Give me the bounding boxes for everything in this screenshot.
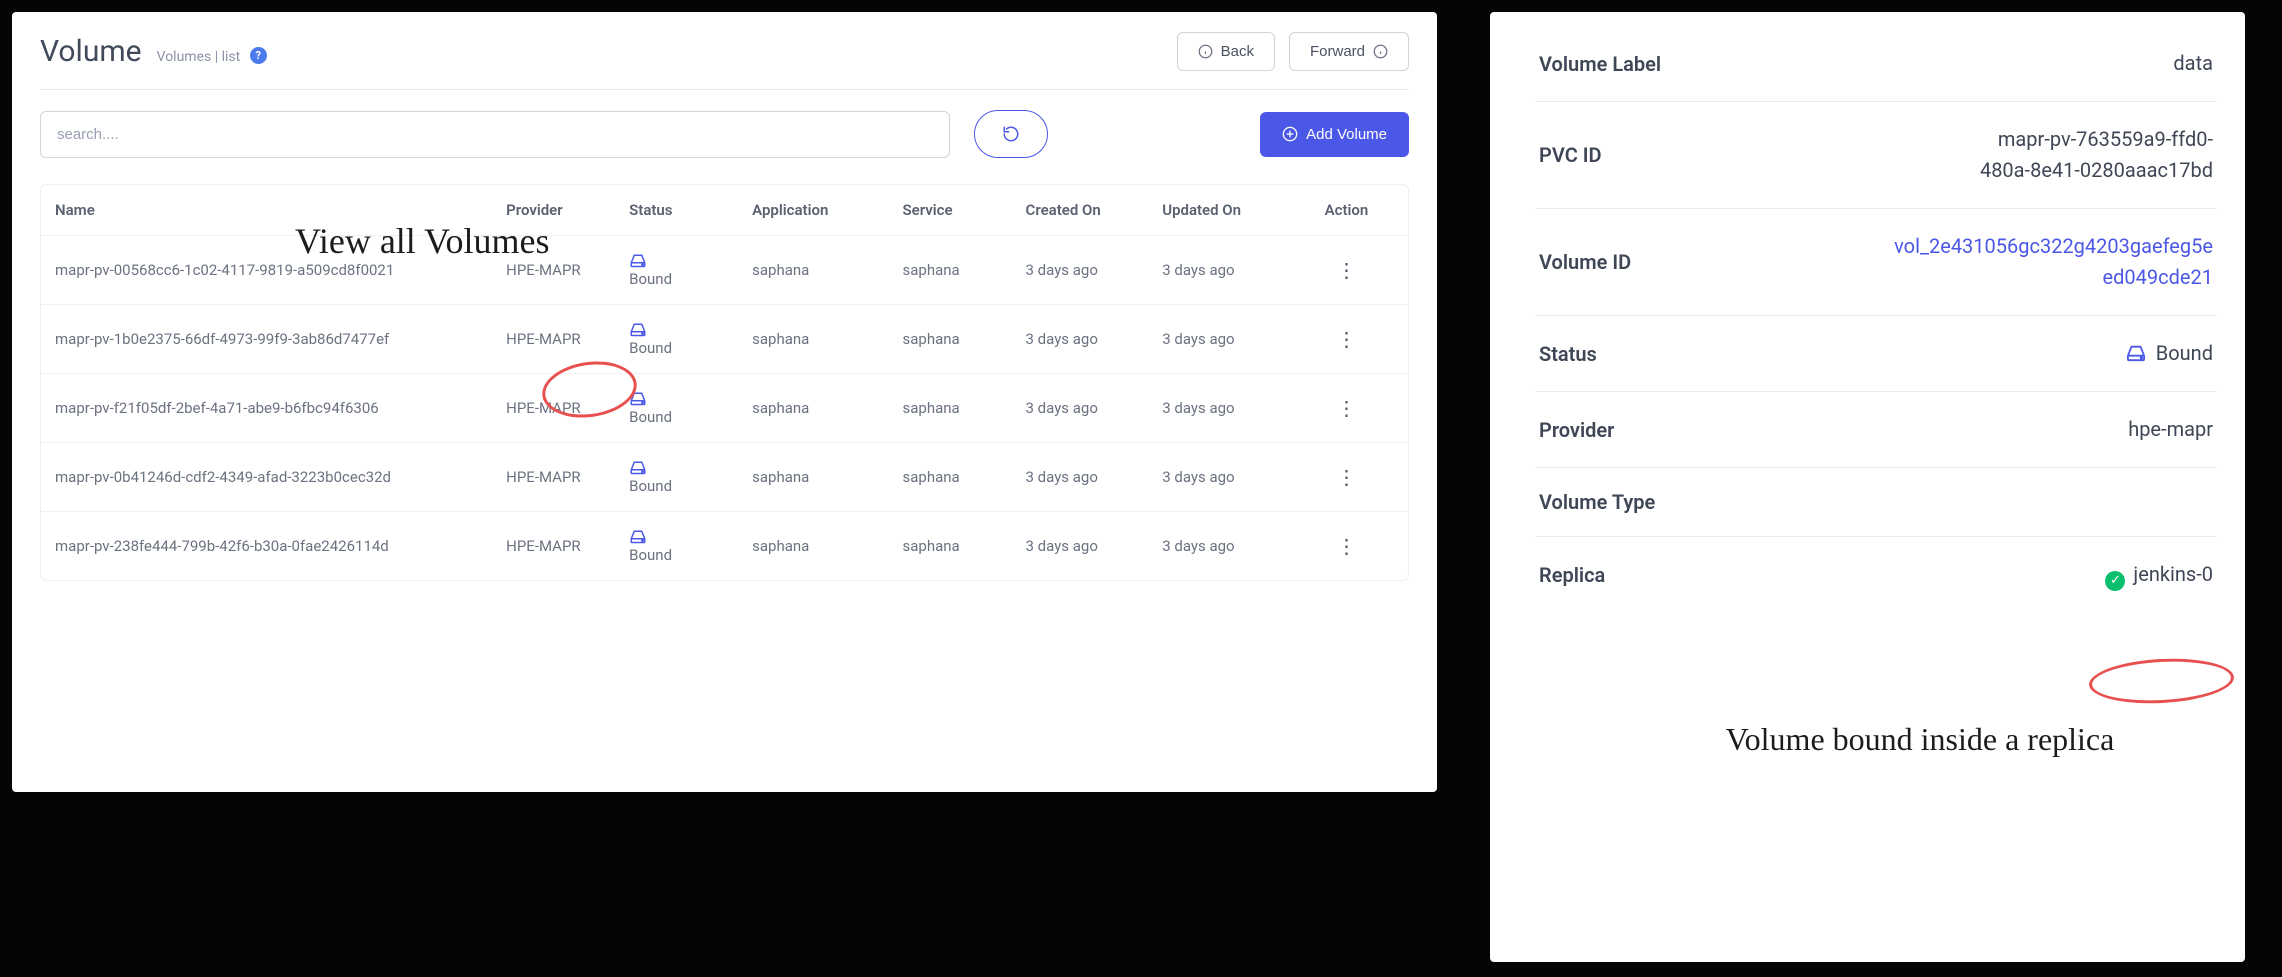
table-row[interactable]: mapr-pv-238fe444-799b-42f6-b30a-0fae2426…	[41, 512, 1408, 581]
cell-provider: HPE-MAPR	[492, 512, 615, 581]
cell-action: ⋮	[1285, 443, 1408, 512]
cell-service: saphana	[889, 512, 1012, 581]
col-service[interactable]: Service	[889, 185, 1012, 236]
cell-name: mapr-pv-1b0e2375-66df-4973-99f9-3ab86d74…	[41, 305, 492, 374]
volumes-table: Name Provider Status Application Service…	[40, 184, 1409, 581]
cell-action: ⋮	[1285, 236, 1408, 305]
detail-volume-id: Volume ID vol_2e431056gc322g4203gaefeg5e…	[1535, 209, 2217, 316]
cell-status: Bound	[615, 236, 738, 305]
cell-updated-on: 3 days ago	[1148, 512, 1285, 581]
cell-name: mapr-pv-238fe444-799b-42f6-b30a-0fae2426…	[41, 512, 492, 581]
cell-service: saphana	[889, 305, 1012, 374]
cell-updated-on: 3 days ago	[1148, 305, 1285, 374]
search-input[interactable]	[40, 111, 950, 158]
help-icon[interactable]: ?	[250, 47, 267, 64]
forward-button[interactable]: Forward	[1289, 32, 1409, 71]
disk-icon	[629, 322, 647, 337]
toolbar: Add Volume	[40, 110, 1409, 158]
header-row: Volume Volumes | list ? Back Forward	[40, 32, 1409, 71]
disk-icon	[629, 253, 647, 268]
cell-application: saphana	[738, 512, 888, 581]
breadcrumb: Volumes | list ?	[157, 49, 267, 66]
detail-volume-type: Volume Type	[1535, 468, 2217, 537]
volume-id-link[interactable]: vol_2e431056gc322g4203gaefeg5eed049cde21	[1893, 231, 2213, 293]
cell-action: ⋮	[1285, 512, 1408, 581]
refresh-icon	[1002, 125, 1020, 143]
detail-pvc-id: PVC ID mapr-pv-763559a9-ffd0-480a-8e41-0…	[1535, 102, 2217, 209]
cell-action: ⋮	[1285, 374, 1408, 443]
disk-icon	[629, 391, 647, 406]
detail-provider: Provider hpe-mapr	[1535, 392, 2217, 468]
cell-created-on: 3 days ago	[1012, 443, 1149, 512]
add-volume-button[interactable]: Add Volume	[1260, 112, 1409, 157]
col-updated-on[interactable]: Updated On	[1148, 185, 1285, 236]
cell-application: saphana	[738, 374, 888, 443]
cell-status: Bound	[615, 305, 738, 374]
cell-application: saphana	[738, 305, 888, 374]
check-circle-icon: ✓	[2105, 571, 2125, 591]
table-row[interactable]: mapr-pv-00568cc6-1c02-4117-9819-a509cd8f…	[41, 236, 1408, 305]
table-row[interactable]: mapr-pv-1b0e2375-66df-4973-99f9-3ab86d74…	[41, 305, 1408, 374]
refresh-button[interactable]	[974, 110, 1048, 158]
volume-list-panel: Volume Volumes | list ? Back Forward	[12, 12, 1437, 792]
table-header-row: Name Provider Status Application Service…	[41, 185, 1408, 236]
cell-action: ⋮	[1285, 305, 1408, 374]
row-actions-menu[interactable]: ⋮	[1299, 467, 1394, 487]
cell-service: saphana	[889, 374, 1012, 443]
cell-updated-on: 3 days ago	[1148, 236, 1285, 305]
cell-updated-on: 3 days ago	[1148, 443, 1285, 512]
col-created-on[interactable]: Created On	[1012, 185, 1149, 236]
divider	[40, 89, 1409, 90]
cell-service: saphana	[889, 443, 1012, 512]
cell-status: Bound	[615, 374, 738, 443]
page-title: Volume	[40, 34, 142, 69]
nav-buttons: Back Forward	[1177, 32, 1409, 71]
cell-provider: HPE-MAPR	[492, 305, 615, 374]
table-row[interactable]: mapr-pv-f21f05df-2bef-4a71-abe9-b6fbc94f…	[41, 374, 1408, 443]
cell-application: saphana	[738, 236, 888, 305]
plus-circle-icon	[1282, 126, 1298, 142]
col-status[interactable]: Status	[615, 185, 738, 236]
cell-service: saphana	[889, 236, 1012, 305]
title-group: Volume Volumes | list ?	[40, 34, 267, 69]
detail-replica: Replica ✓jenkins-0	[1535, 537, 2217, 613]
cell-name: mapr-pv-00568cc6-1c02-4117-9819-a509cd8f…	[41, 236, 492, 305]
col-name[interactable]: Name	[41, 185, 492, 236]
detail-volume-label: Volume Label data	[1535, 42, 2217, 102]
detail-status: Status Bound	[1535, 316, 2217, 392]
breadcrumb-parent[interactable]: Volumes	[157, 49, 212, 65]
breadcrumb-current: list	[222, 49, 241, 65]
row-actions-menu[interactable]: ⋮	[1299, 536, 1394, 556]
col-provider[interactable]: Provider	[492, 185, 615, 236]
info-icon	[1198, 44, 1213, 59]
info-icon	[1373, 44, 1388, 59]
row-actions-menu[interactable]: ⋮	[1299, 260, 1394, 280]
back-button[interactable]: Back	[1177, 32, 1275, 71]
cell-name: mapr-pv-0b41246d-cdf2-4349-afad-3223b0ce…	[41, 443, 492, 512]
cell-updated-on: 3 days ago	[1148, 374, 1285, 443]
cell-status: Bound	[615, 443, 738, 512]
row-actions-menu[interactable]: ⋮	[1299, 398, 1394, 418]
col-application[interactable]: Application	[738, 185, 888, 236]
disk-icon	[2125, 344, 2147, 362]
cell-provider: HPE-MAPR	[492, 374, 615, 443]
col-action[interactable]: Action	[1285, 185, 1408, 236]
cell-name: mapr-pv-f21f05df-2bef-4a71-abe9-b6fbc94f…	[41, 374, 492, 443]
cell-provider: HPE-MAPR	[492, 236, 615, 305]
cell-application: saphana	[738, 443, 888, 512]
cell-created-on: 3 days ago	[1012, 305, 1149, 374]
disk-icon	[629, 529, 647, 544]
cell-created-on: 3 days ago	[1012, 512, 1149, 581]
volume-detail-panel: Volume Label data PVC ID mapr-pv-763559a…	[1490, 12, 2245, 962]
row-actions-menu[interactable]: ⋮	[1299, 329, 1394, 349]
cell-created-on: 3 days ago	[1012, 374, 1149, 443]
cell-provider: HPE-MAPR	[492, 443, 615, 512]
table-row[interactable]: mapr-pv-0b41246d-cdf2-4349-afad-3223b0ce…	[41, 443, 1408, 512]
disk-icon	[629, 460, 647, 475]
cell-created-on: 3 days ago	[1012, 236, 1149, 305]
cell-status: Bound	[615, 512, 738, 581]
